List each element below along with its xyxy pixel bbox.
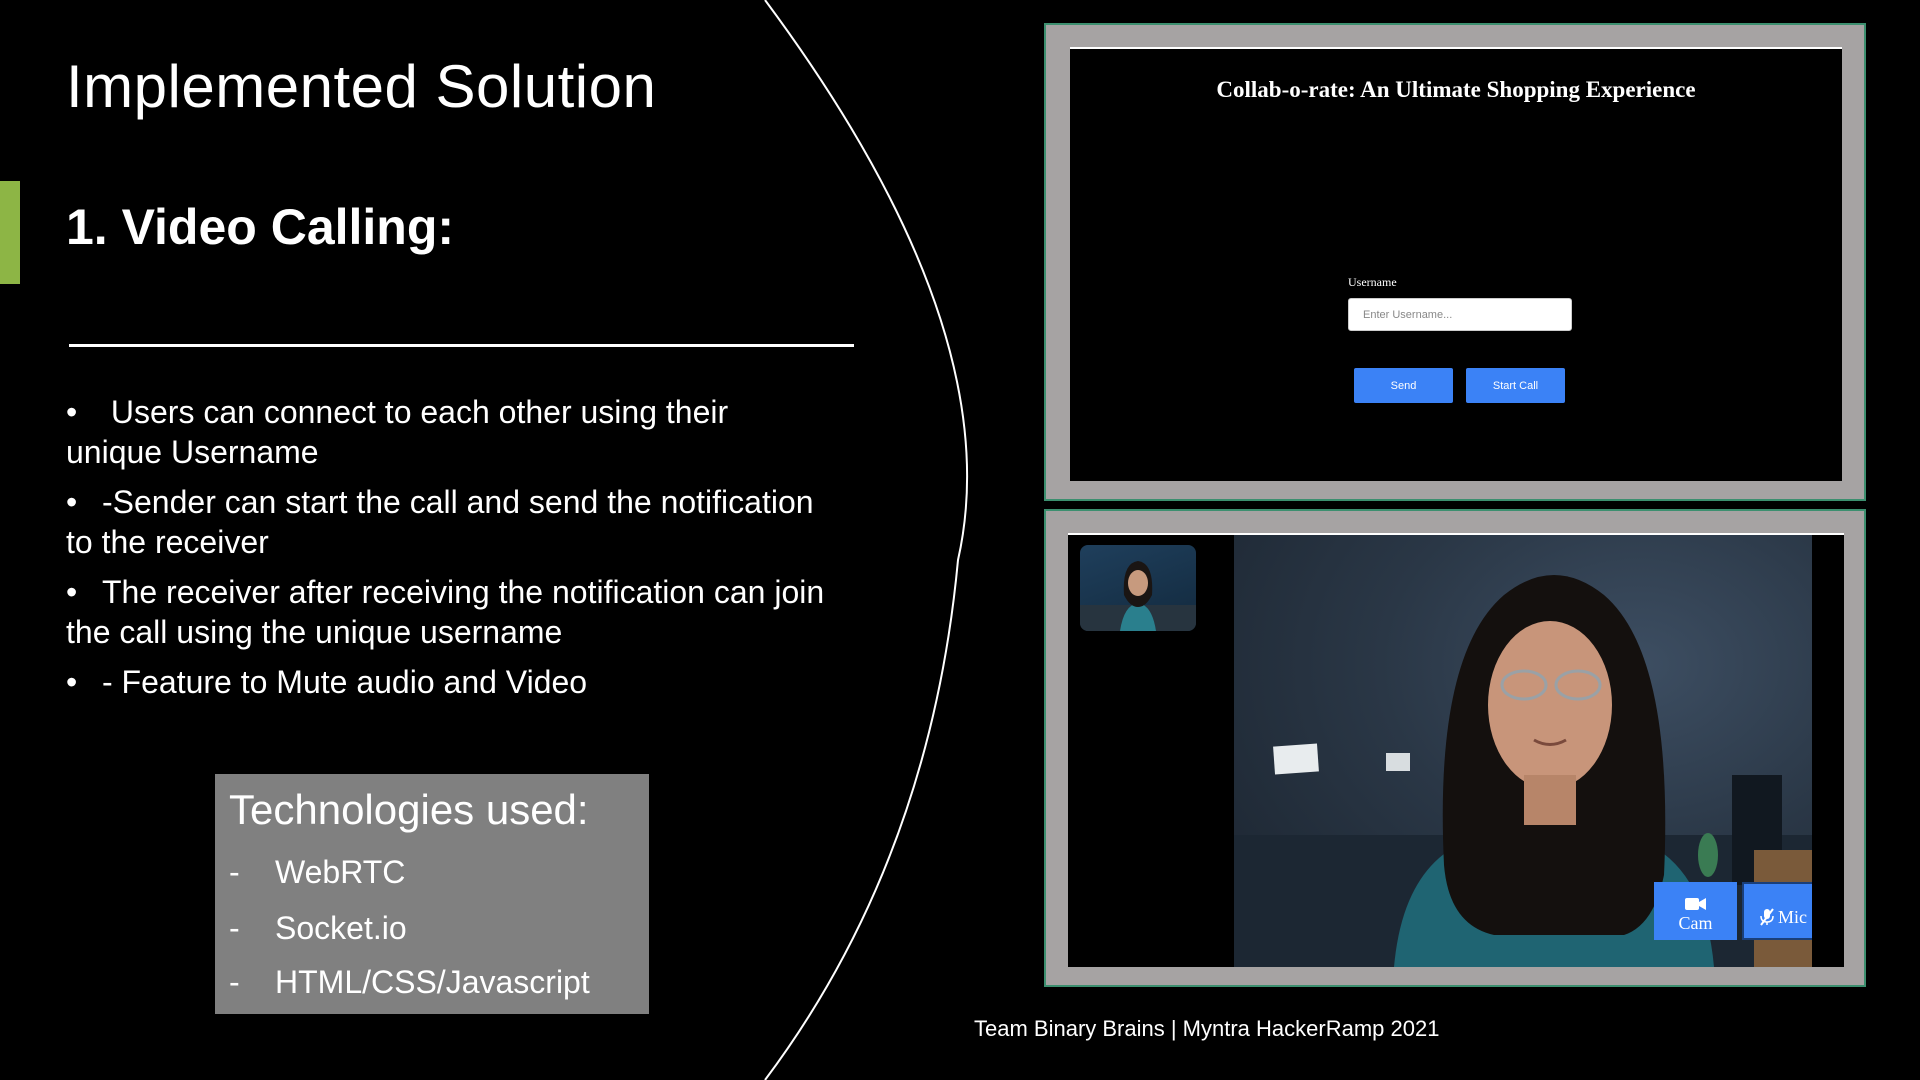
username-label: Username	[1348, 275, 1397, 289]
login-screenshot-frame: Collab-o-rate: An Ultimate Shopping Expe…	[1044, 23, 1866, 501]
technology-item: - WebRTC	[229, 854, 406, 890]
microphone-muted-icon	[1760, 908, 1774, 926]
technologies-box: Technologies used: - WebRTC - Socket.io -H…	[215, 774, 649, 1014]
bullet-item: • Users can connect to each other using …	[66, 394, 729, 470]
video-camera-icon	[1684, 897, 1706, 910]
cam-label: Cam	[1678, 912, 1713, 933]
technologies-title: Technologies used:	[229, 786, 589, 833]
accent-bar	[0, 181, 20, 284]
username-input[interactable]	[1348, 298, 1572, 331]
start-call-button[interactable]: Start Call	[1466, 368, 1565, 403]
login-screen: Collab-o-rate: An Ultimate Shopping Expe…	[1070, 47, 1842, 481]
app-title: Collab-o-rate: An Ultimate Shopping Expe…	[1216, 77, 1696, 102]
person-thumbnail-image	[1080, 561, 1196, 631]
slide-title: Implemented Solution	[66, 53, 657, 120]
bullet-item: • -Sender can start the call and send the…	[66, 484, 814, 560]
slide-footer: Team Binary Brains | Myntra HackerRamp 2…	[974, 1016, 1440, 1041]
mic-button-content: Mic	[1760, 907, 1807, 928]
divider	[69, 344, 854, 347]
local-video-thumbnail	[1080, 545, 1196, 631]
bullet-item: • - Feature to Mute audio and Video	[66, 664, 588, 700]
mic-toggle-button[interactable]: Mic	[1742, 882, 1812, 940]
mic-label: Mic	[1778, 906, 1807, 927]
call-screen: Cam Mic	[1068, 533, 1844, 967]
technology-item: - HTML/CSS/Javascript	[229, 964, 590, 1000]
slide-subtitle: 1. Video Calling:	[66, 199, 455, 255]
technology-item: - Socket.io	[229, 910, 407, 946]
remote-video: Cam Mic	[1234, 535, 1812, 967]
bullet-item: • The receiver after receiving the notifi…	[66, 574, 825, 650]
send-button[interactable]: Send	[1354, 368, 1453, 403]
bullet-list: • Users can connect to each other using …	[66, 392, 826, 712]
call-screenshot-frame: Cam Mic	[1044, 509, 1866, 987]
cam-toggle-button[interactable]: Cam	[1654, 882, 1737, 940]
